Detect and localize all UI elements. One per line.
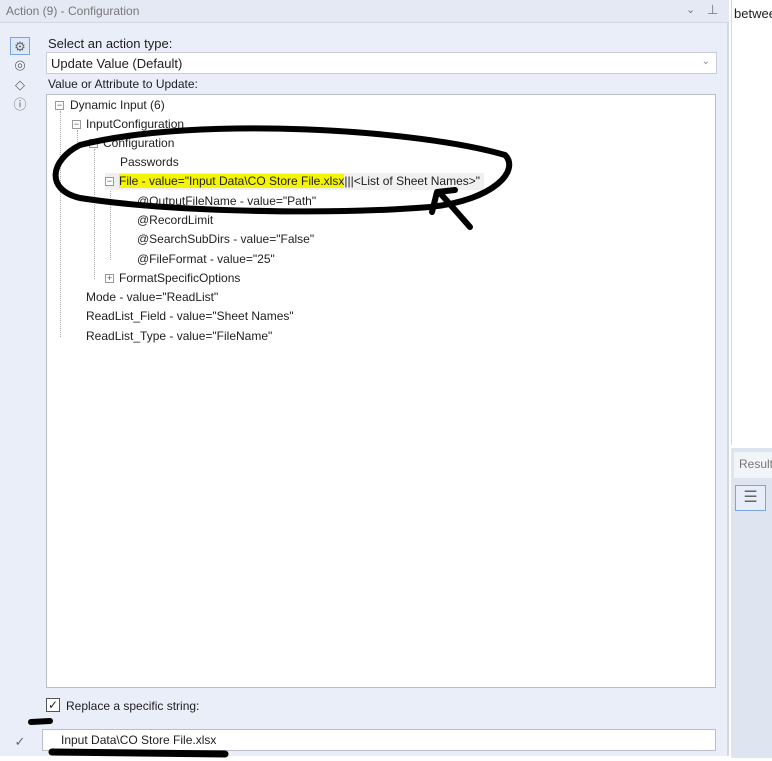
replace-string-label: Replace a specific string: [66, 699, 200, 713]
action-type-value: Update Value (Default) [51, 56, 183, 71]
node-label: ReadList_Type - value="FileName" [86, 329, 273, 343]
tree-node-readlist-type[interactable]: ReadList_Type - value="FileName" [78, 328, 272, 345]
node-label-highlighted: File - value="Input Data\CO Store File.x… [119, 174, 345, 188]
node-label: @OutputFileName - value="Path" [137, 194, 317, 208]
tree-node-input-configuration[interactable]: − InputConfiguration [72, 116, 184, 133]
expand-toggle[interactable]: + [105, 274, 114, 283]
tree-label: Value or Attribute to Update: [48, 77, 198, 91]
gear-icon[interactable]: ⚙ [10, 37, 30, 55]
canvas-text: betwee [734, 6, 772, 21]
node-label: @RecordLimit [137, 213, 214, 227]
help-icon[interactable]: ⓘ [10, 96, 30, 114]
node-label: Dynamic Input (6) [70, 98, 165, 112]
node-label: @SearchSubDirs - value="False" [137, 232, 315, 246]
node-label: FormatSpecificOptions [119, 271, 241, 285]
results-tab[interactable]: Results [734, 452, 772, 478]
replace-string-input[interactable]: Input Data\CO Store File.xlsx [42, 729, 716, 751]
collapse-toggle[interactable]: − [105, 177, 114, 186]
tree-node-dynamic-input[interactable]: − Dynamic Input (6) [55, 97, 165, 114]
connection-icon[interactable]: ◎ [10, 56, 30, 74]
chevron-down-icon[interactable]: ⌄ [686, 3, 695, 16]
tag-icon[interactable]: ◇ [10, 76, 30, 94]
node-label: Passwords [120, 155, 179, 169]
tree-node-output-file-name[interactable]: @OutputFileName - value="Path" [129, 193, 316, 210]
canvas-panel: betwee [731, 0, 772, 445]
node-label: InputConfiguration [86, 117, 185, 131]
node-label: @FileFormat - value="25" [137, 252, 275, 266]
action-type-select[interactable]: Update Value (Default) ⌄ [46, 52, 717, 74]
configuration-panel: Action (9) - Configuration ⌄ ⊥ ⚙ ◎ ◇ ⓘ ✓… [0, 0, 729, 756]
list-view-icon[interactable]: ☰ [735, 485, 766, 511]
tree-node-file[interactable]: − File - value="Input Data\CO Store File.… [105, 173, 485, 190]
node-label-rest: |||<List of Sheet Names>" [344, 174, 481, 188]
tree-node-record-limit[interactable]: @RecordLimit [129, 212, 213, 229]
replace-string-value: Input Data\CO Store File.xlsx [61, 733, 217, 747]
tree-node-mode[interactable]: Mode - value="ReadList" [78, 289, 218, 306]
tree-node-readlist-field[interactable]: ReadList_Field - value="Sheet Names" [78, 308, 294, 325]
collapse-toggle[interactable]: − [72, 120, 81, 129]
chevron-down-icon: ⌄ [701, 56, 710, 67]
value-tree[interactable]: − Dynamic Input (6) − InputConfiguration −… [46, 94, 716, 688]
node-label: ReadList_Field - value="Sheet Names" [86, 309, 294, 323]
tree-node-file-format[interactable]: @FileFormat - value="25" [129, 251, 275, 268]
tree-node-configuration[interactable]: − Configuration [89, 135, 174, 152]
action-type-label: Select an action type: [48, 36, 173, 51]
pin-icon[interactable]: ⊥ [707, 2, 718, 18]
tree-node-passwords[interactable]: Passwords [112, 154, 179, 171]
results-panel: Results ☰ [731, 448, 772, 758]
collapse-toggle[interactable]: − [89, 139, 98, 148]
collapse-toggle[interactable]: − [55, 101, 64, 110]
panel-header: Action (9) - Configuration ⌄ ⊥ [0, 0, 729, 23]
replace-string-checkbox[interactable]: ✓ [46, 698, 60, 712]
check-circle-icon: ✓ [14, 734, 26, 749]
node-label: Configuration [103, 136, 175, 150]
node-label: Mode - value="ReadList" [86, 290, 219, 304]
panel-title: Action (9) - Configuration [6, 4, 140, 18]
tree-node-search-sub-dirs[interactable]: @SearchSubDirs - value="False" [129, 231, 314, 248]
tree-node-format-specific-options[interactable]: + FormatSpecificOptions [105, 270, 240, 287]
